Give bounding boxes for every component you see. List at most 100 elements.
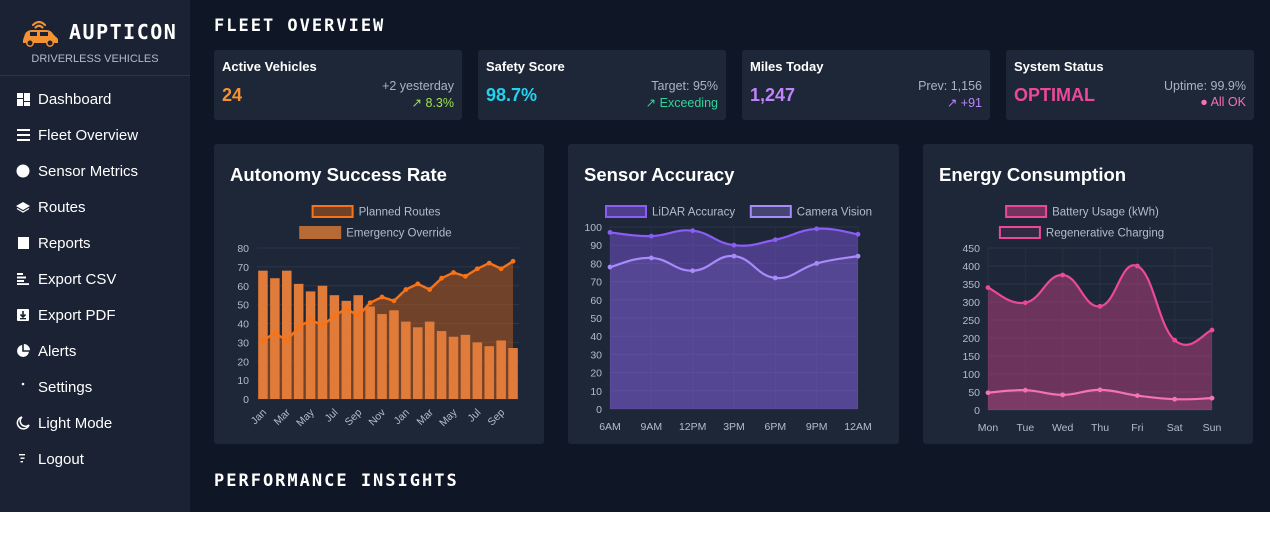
y-tick-label: 300 [962,297,980,309]
autonomy-success-rate-chart: 01020304050607080Jan Mar May Jul Sep Nov Jan Ma… [237,205,519,429]
series-area [610,256,858,409]
sidebar-item-light-mode[interactable]: Light Mode [0,405,190,441]
x-tick-label: Mar [415,406,437,428]
brand: AUPTICON DRIVERLESS VEHICLES [0,0,190,76]
sidebar-item-fleet-overview[interactable]: Fleet Overview [0,117,190,153]
y-tick-label: 250 [962,315,980,327]
legend-swatch [605,205,647,218]
emergency-override-bar [270,278,280,399]
chart-panel-sensor-accuracy: 0 10 20 30 40 50 60 70 80 90 100 6AM 9AM 12PM 3PM 6PM 9P… [568,144,899,444]
x-tick-label: Sep [343,407,365,429]
emergency-override-bar [460,334,471,399]
legend-swatch [998,226,1041,239]
x-tick-label: Sat [1167,422,1183,434]
legend-label: Emergency Override [346,228,451,240]
y-tick-label: 40 [590,331,602,343]
kpi-value: 24 [222,85,243,105]
y-tick-label: 100 [962,369,980,381]
planned-routes-point [474,266,480,272]
x-tick-label: 6AM [599,421,621,433]
emergency-override-bar [305,291,316,399]
emergency-override-bar [484,346,494,399]
emergency-override-bar [436,331,447,399]
y-tick-label: 60 [237,281,249,293]
moon-icon [15,415,31,431]
sidebar-item-dashboard[interactable]: Dashboard [0,81,190,117]
x-tick-label: 3PM [723,421,745,433]
sidebar-item-label: Logout [38,450,84,468]
y-tick-label: 90 [590,240,602,252]
sidebar-item-label: Export PDF [38,306,116,324]
sidebar-item-logout[interactable]: Logout [0,441,190,477]
sidebar-item-routes[interactable]: Routes [0,189,190,225]
planned-routes-point [260,338,266,343]
csv-icon [15,271,31,287]
chart-title: Energy Consumption [939,164,1127,185]
y-tick-label: 10 [590,386,602,398]
sidebar-item-settings[interactable]: Settings [0,369,190,405]
x-tick-label: Fri [1131,422,1143,434]
y-tick-label: 150 [962,351,980,363]
kpi-label: System Status [1014,59,1104,74]
planned-routes-point [415,281,421,287]
x-tick-label: Sep [486,407,508,429]
emergency-override-bar [413,327,423,399]
emergency-override-bar [508,348,518,399]
y-tick-label: 20 [237,356,249,368]
sidebar-item-export-pdf[interactable]: Export PDF [0,297,190,333]
y-tick-label: 80 [590,258,602,270]
x-tick-label: Jul [323,407,341,425]
sidebar-item-alerts[interactable]: Alerts [0,333,190,369]
y-tick-label: 200 [962,333,980,345]
y-tick-label: 0 [243,394,249,406]
x-tick-label: 9PM [806,421,828,433]
car-wifi-icon [23,20,58,47]
planned-routes-point [320,322,325,328]
planned-routes-point [367,300,373,306]
kpi-comparison: Uptime: 99.9% [1164,79,1246,93]
dashboard-icon [15,91,31,107]
emergency-override-bar [282,270,292,399]
x-tick-label: Jan [249,407,270,428]
emergency-override-bar [496,340,506,399]
app-window: AUPTICON DRIVERLESS VEHICLES Dashboard F… [0,0,1270,512]
kpi-label: Active Vehicles [222,59,317,74]
y-tick-label: 30 [590,349,602,361]
layers-icon [15,199,31,215]
kpi-comparison: Target: 95% [651,79,718,93]
sidebar-item-sensor-metrics[interactable]: Sensor Metrics [0,153,190,189]
kpi-value: 98.7% [486,85,538,105]
series-point [1209,327,1215,333]
sidebar-item-reports[interactable]: Reports [0,225,190,261]
x-tick-label: 12PM [679,421,706,433]
series-point [1060,392,1066,398]
sidebar-item-label: Settings [38,378,93,396]
series-point [648,255,654,261]
settings-icon [15,379,31,395]
series-point [772,275,778,281]
x-tick-label: 6PM [765,421,787,433]
y-tick-label: 10 [237,375,249,387]
emergency-override-bar [341,300,352,399]
kpi-trend: ↗ +91 [946,96,982,110]
sidebar-item-export-csv[interactable]: Export CSV [0,261,190,297]
kpi-card-active-vehicles: Active Vehicles 24 +2 yesterday ↗ 8.3% [214,50,462,120]
series-point [690,228,696,234]
performance-insights-heading: PERFORMANCE INSIGHTS [214,471,459,491]
sidebar-item-label: Reports [38,234,91,252]
series-point [1172,337,1178,343]
y-tick-label: 0 [596,404,602,416]
series-point [1209,395,1215,401]
brand-name: AUPTICON [69,20,178,44]
brand-subtitle: DRIVERLESS VEHICLES [31,53,159,65]
planned-routes-point [403,287,409,292]
y-tick-label: 50 [968,387,980,399]
kpi-value: 1,247 [750,85,796,105]
emergency-override-bar [448,336,459,399]
x-tick-label: Thu [1091,422,1109,434]
x-tick-label: Nov [366,406,388,428]
sidebar: AUPTICON DRIVERLESS VEHICLES Dashboard F… [0,0,190,512]
emergency-override-bar [472,342,483,399]
series-point [772,237,778,243]
kpi-label: Safety Score [486,59,565,74]
